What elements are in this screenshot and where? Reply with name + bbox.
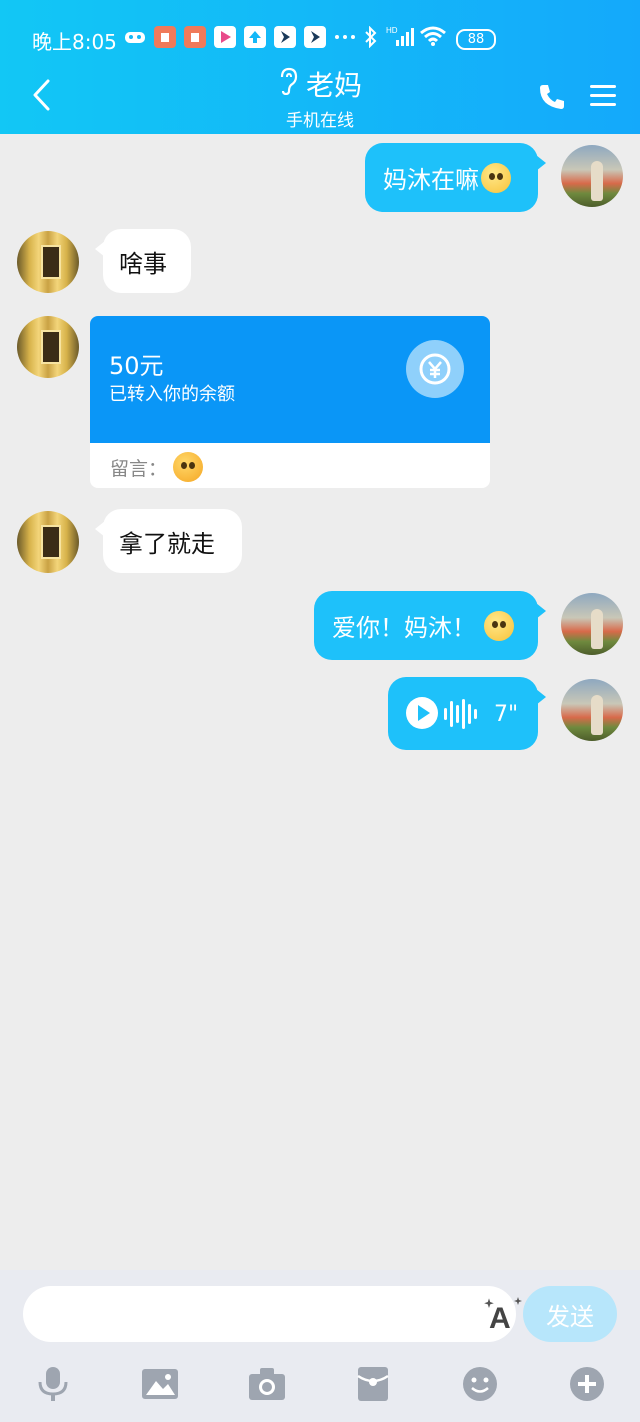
notification-icons: [124, 26, 356, 48]
kiss-emoji-icon: [173, 452, 204, 482]
image-icon[interactable]: [140, 1366, 180, 1402]
play-icon[interactable]: [405, 696, 439, 734]
menu-button[interactable]: [588, 82, 618, 114]
font-style-icon[interactable]: A: [483, 1296, 523, 1336]
transfer-description: 已转入你的余额: [109, 384, 235, 405]
contact-name: 老妈: [305, 69, 362, 102]
chat-header: 晚上8:05 HD 88 老妈 手机在线: [0, 0, 640, 134]
svg-text:A: A: [489, 1302, 511, 1332]
voice-duration: 7": [494, 702, 519, 727]
message-bubble-contact[interactable]: 拿了就走: [95, 509, 242, 573]
play-store-icon: [214, 26, 236, 48]
message-bubble-self[interactable]: 妈沐在嘛: [365, 143, 546, 212]
thinking-emoji-icon: [481, 162, 511, 193]
transfer-card[interactable]: 50元 已转入你的余额 留言：: [90, 316, 490, 488]
waveform-icon: [443, 697, 483, 735]
message-input[interactable]: A: [23, 1286, 522, 1342]
message-text: 拿了就走: [119, 529, 215, 558]
message-bubble-self[interactable]: 爱你！妈沐！: [314, 591, 546, 660]
yuan-transfer-icon: [406, 340, 464, 398]
emoji-icon[interactable]: [460, 1366, 500, 1402]
phone-call-button[interactable]: [537, 82, 567, 116]
message-bubble-contact[interactable]: 啥事: [95, 229, 191, 293]
signal-icon: HD: [386, 24, 414, 52]
voice-message-bubble[interactable]: 7": [388, 677, 546, 750]
send-button[interactable]: 发送: [523, 1286, 617, 1342]
transfer-amount: 50元: [109, 352, 164, 380]
input-panel: A 发送: [0, 1270, 640, 1422]
svg-text:HD: HD: [386, 26, 398, 35]
contact-avatar[interactable]: [17, 231, 79, 293]
bluetooth-icon: [364, 25, 378, 52]
self-avatar[interactable]: [561, 145, 623, 207]
app-notification-icon: [304, 26, 326, 48]
message-text: 啥事: [119, 249, 167, 278]
contact-avatar[interactable]: [17, 511, 79, 573]
plus-icon[interactable]: [567, 1366, 607, 1402]
app-notification-icon: [154, 26, 176, 48]
app-notification-icon: [274, 26, 296, 48]
upload-icon: [244, 26, 266, 48]
camera-icon[interactable]: [247, 1366, 287, 1402]
battery-indicator: 88: [456, 29, 496, 50]
microphone-icon[interactable]: [33, 1366, 73, 1402]
message-text: 爱你！妈沐！: [332, 614, 476, 642]
status-time: 晚上8:05: [32, 30, 117, 54]
app-notification-icon: [184, 26, 206, 48]
status-bar: 晚上8:05 HD 88: [0, 22, 640, 56]
contact-avatar[interactable]: [17, 316, 79, 378]
message-text: 妈沐在嘛: [383, 166, 479, 194]
wifi-icon: [420, 26, 446, 50]
more-notifications-icon: [334, 26, 356, 48]
cute-emoji-icon: [484, 610, 514, 641]
self-avatar[interactable]: [561, 593, 623, 655]
self-avatar[interactable]: [561, 679, 623, 741]
red-packet-icon[interactable]: [353, 1366, 393, 1402]
ear-icon: [278, 67, 298, 102]
game-icon: [124, 26, 146, 48]
transfer-note: 留言：: [110, 452, 204, 482]
